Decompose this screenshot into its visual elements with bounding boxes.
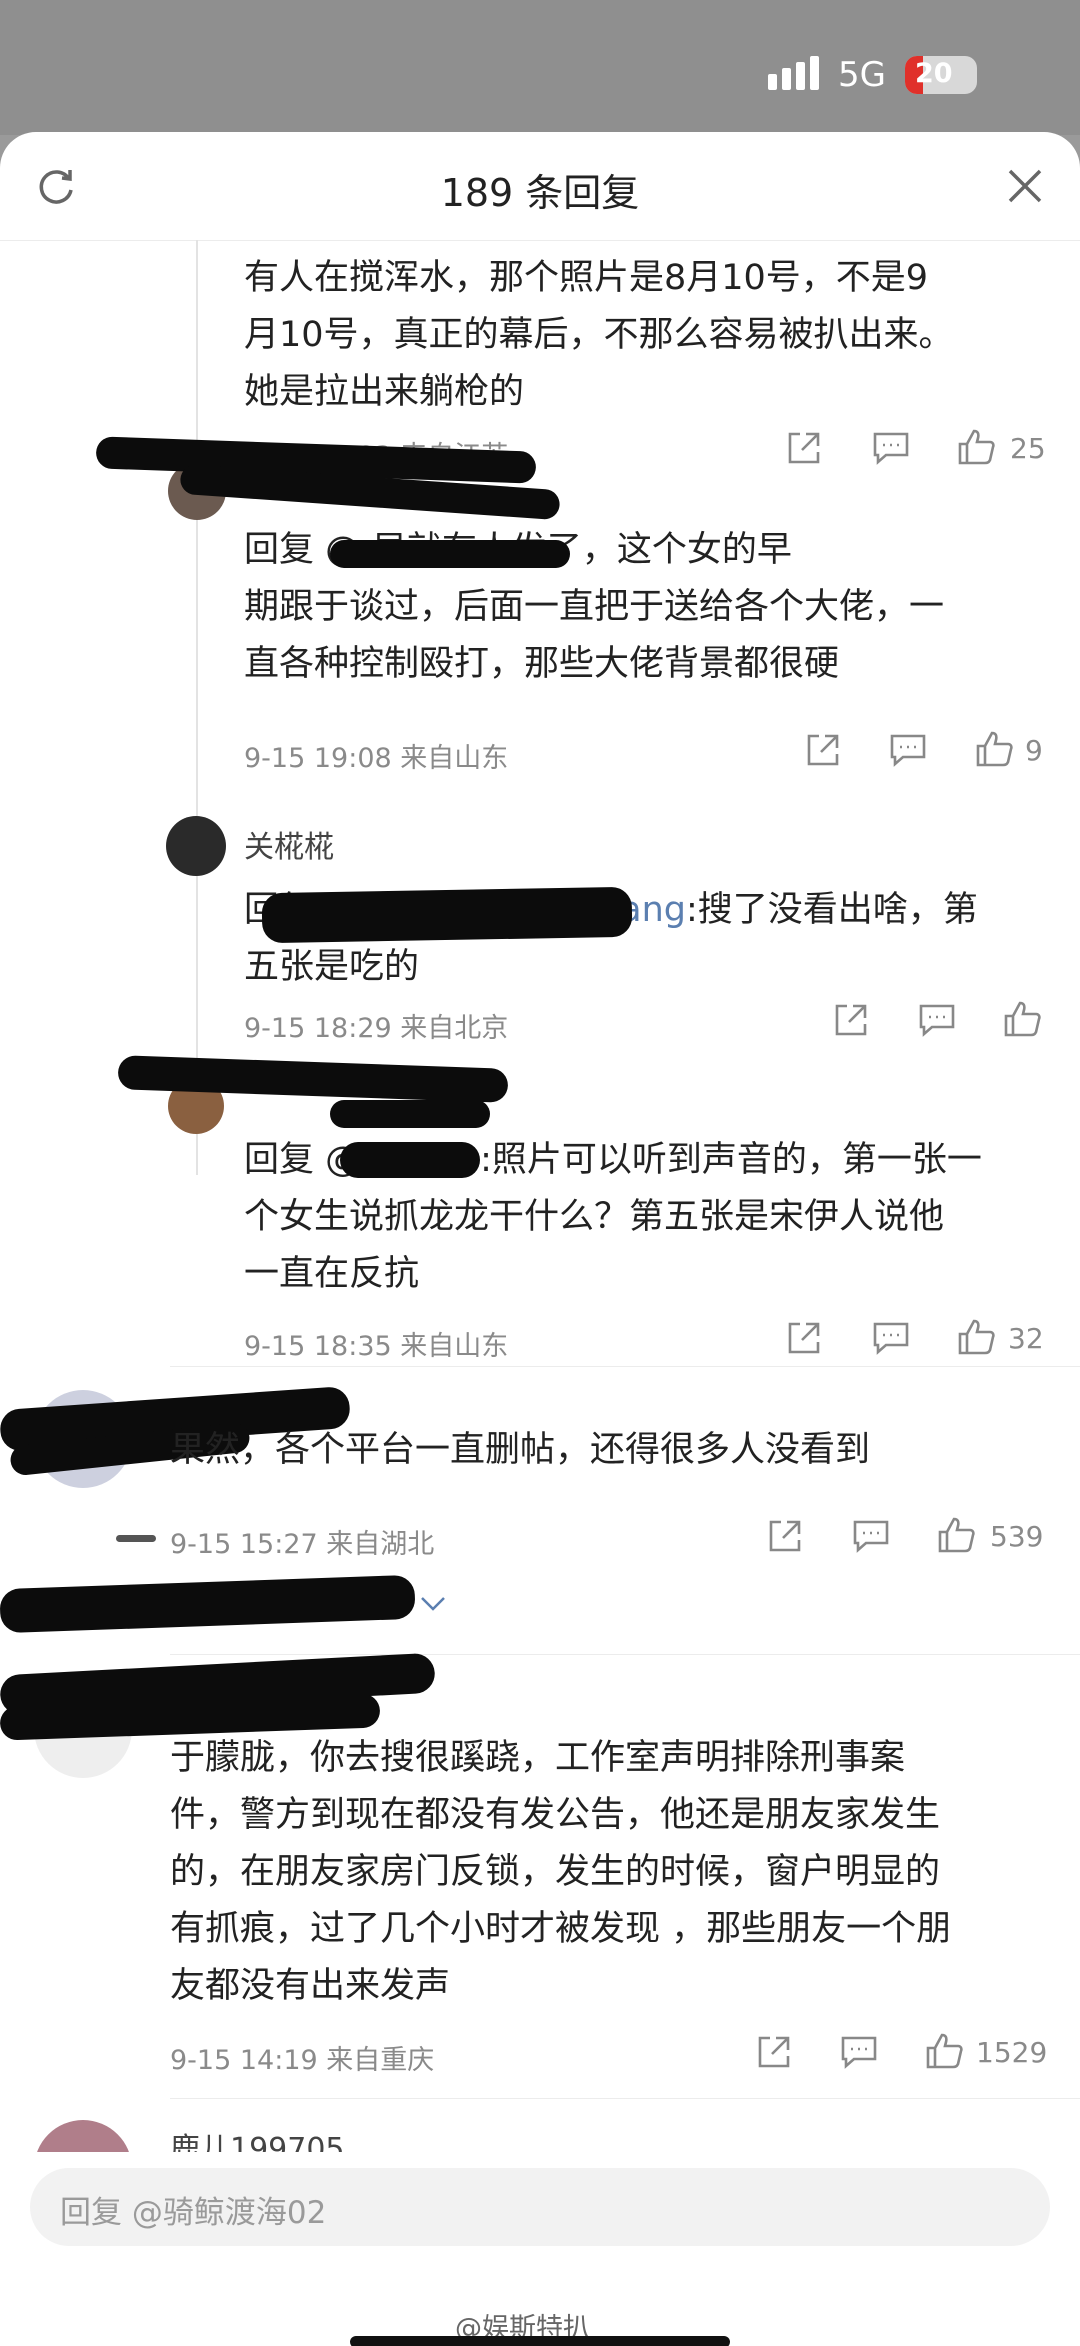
replies-sheet: 189 条回复 有人在搅浑水，那个照片是8月10号，不是9 月10号，真正的幕后… bbox=[0, 132, 1080, 2346]
comment-line: 果然，各个平台一直删帖，还得很多人没看到 bbox=[170, 1430, 871, 1470]
comment-line: 直各种控制殴打，那些大佬背景都很硬 bbox=[244, 644, 840, 684]
comment-line: 她是拉出来躺枪的 bbox=[244, 372, 525, 412]
signal-bar bbox=[796, 62, 805, 90]
battery-level: 20 bbox=[915, 58, 953, 89]
like-icon[interactable] bbox=[957, 1318, 995, 1356]
comment-meta: 9-15 18:35 来自山东 bbox=[244, 1331, 509, 1362]
comment-icon[interactable] bbox=[872, 430, 910, 466]
redaction-mark bbox=[330, 540, 570, 568]
reply-input-placeholder: 回复 @骑鲸渡海02 bbox=[60, 2195, 327, 2231]
share-icon[interactable] bbox=[786, 1320, 822, 1356]
signal-bar bbox=[768, 74, 777, 90]
comment-icon[interactable] bbox=[840, 2034, 878, 2070]
chevron-down-icon[interactable] bbox=[418, 1594, 448, 1614]
sheet-header: 189 条回复 bbox=[0, 132, 1080, 241]
share-icon[interactable] bbox=[786, 430, 822, 466]
divider bbox=[170, 1366, 1080, 1367]
comment-line: 期跟于谈过，后面一直把于送给各个大佬，一 bbox=[244, 587, 945, 627]
like-icon[interactable] bbox=[925, 2032, 963, 2070]
redaction-mark bbox=[116, 1535, 156, 1542]
share-icon[interactable] bbox=[805, 732, 841, 768]
username[interactable]: 关椛椛 bbox=[244, 822, 334, 866]
like-icon[interactable] bbox=[957, 428, 995, 466]
reply-text: :搜了没看出啥，第 bbox=[686, 890, 978, 930]
comment-line: 五张是吃的 bbox=[244, 947, 420, 987]
comment-icon[interactable] bbox=[852, 1518, 890, 1554]
network-label: 5G bbox=[838, 55, 886, 95]
page-title: 189 条回复 bbox=[440, 171, 640, 215]
signal-bar bbox=[782, 68, 791, 90]
like-icon[interactable] bbox=[975, 730, 1013, 768]
comment-meta: 9-15 14:19 来自重庆 bbox=[170, 2045, 435, 2076]
comment-line: 于朦胧，你去搜很蹊跷，工作室声明排除刑事案 bbox=[170, 1738, 906, 1778]
reply-input[interactable]: 回复 @骑鲸渡海02 bbox=[30, 2168, 1050, 2246]
redaction-mark bbox=[261, 886, 633, 944]
comment-line: 个女生说抓龙龙干什么？第五张是宋伊人说他 bbox=[244, 1197, 945, 1237]
divider bbox=[170, 1654, 1080, 1655]
signal-bar bbox=[810, 56, 819, 90]
comment-line: 月10号，真正的幕后，不那么容易被扒出来。 bbox=[244, 315, 954, 355]
like-count: 9 bbox=[1025, 734, 1043, 767]
share-icon[interactable] bbox=[767, 1518, 803, 1554]
like-count: 539 bbox=[990, 1520, 1044, 1553]
redaction-mark bbox=[330, 1100, 490, 1128]
reply-text: :照片可以听到声音的，第一张一 bbox=[480, 1140, 982, 1180]
status-bar: 5G 20 bbox=[0, 0, 1080, 135]
comment-line: 友都没有出来发声 bbox=[170, 1966, 451, 2006]
redaction-mark bbox=[0, 1574, 416, 1634]
avatar[interactable] bbox=[166, 816, 226, 876]
redaction-mark bbox=[340, 1142, 480, 1178]
comment-meta: 9-15 18:29 来自北京 bbox=[244, 1013, 509, 1044]
comment-line: 的，在朋友家房门反锁，发生的时候，窗户明显的 bbox=[170, 1852, 941, 1892]
like-count: 25 bbox=[1010, 432, 1046, 465]
battery-icon: 20 bbox=[905, 56, 977, 94]
home-indicator[interactable] bbox=[350, 2336, 730, 2346]
comment-icon[interactable] bbox=[872, 1320, 910, 1356]
comment-icon[interactable] bbox=[918, 1002, 956, 1038]
share-icon[interactable] bbox=[756, 2034, 792, 2070]
comment-line: 一直在反抗 bbox=[244, 1254, 420, 1294]
comment-meta: 9-15 19:08 来自山东 bbox=[244, 743, 509, 774]
like-count: 1529 bbox=[976, 2036, 1048, 2069]
share-icon[interactable] bbox=[833, 1002, 869, 1038]
comment-icon[interactable] bbox=[889, 732, 927, 768]
like-icon[interactable] bbox=[937, 1516, 975, 1554]
like-count: 32 bbox=[1008, 1322, 1044, 1355]
comment-line: 件，警方到现在都没有发公告，他还是朋友家发生 bbox=[170, 1795, 941, 1835]
comment-line: 有人在搅浑水，那个照片是8月10号，不是9 bbox=[244, 258, 929, 298]
comment-line: 有抓痕，过了几个小时才被发现 ，那些朋友一个朋 bbox=[170, 1909, 952, 1949]
thread-line bbox=[196, 240, 198, 1175]
comment-meta: 9-15 15:27 来自湖北 bbox=[170, 1529, 435, 1560]
like-icon[interactable] bbox=[1003, 1000, 1041, 1038]
close-icon[interactable] bbox=[1005, 166, 1045, 206]
divider bbox=[170, 2098, 1080, 2099]
